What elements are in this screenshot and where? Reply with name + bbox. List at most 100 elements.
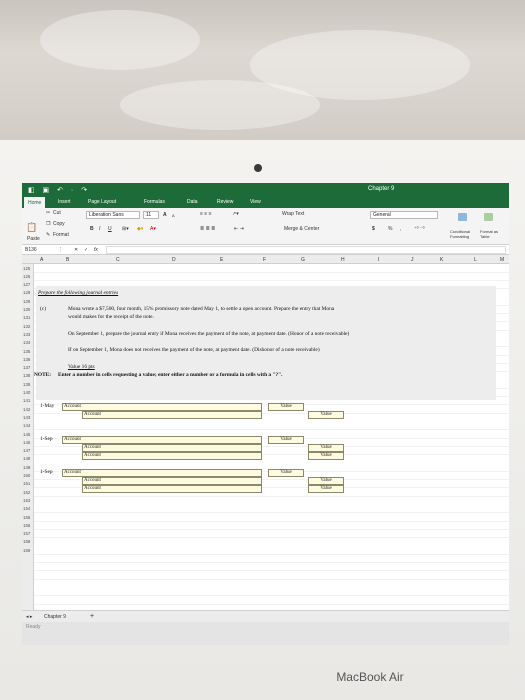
name-box-chevron-icon[interactable]: ⋮: [58, 247, 63, 253]
row-number[interactable]: 157: [23, 531, 30, 536]
enter-button[interactable]: ✓: [84, 247, 88, 253]
col-b[interactable]: B: [66, 257, 69, 263]
col-k[interactable]: K: [440, 257, 443, 263]
font-name-select[interactable]: Liberation Sans: [86, 211, 140, 219]
col-c[interactable]: C: [116, 257, 120, 263]
percent-button[interactable]: %: [388, 226, 392, 232]
tab-home[interactable]: Home: [24, 197, 46, 208]
bold-button[interactable]: B: [90, 226, 94, 232]
row-number[interactable]: 155: [23, 515, 30, 520]
col-m[interactable]: M: [500, 257, 504, 263]
row-number[interactable]: 142: [23, 407, 30, 412]
currency-button[interactable]: $: [372, 226, 375, 232]
underline-button[interactable]: U: [108, 226, 112, 232]
paste-button[interactable]: Paste: [27, 236, 40, 242]
row-number[interactable]: 138: [23, 373, 30, 378]
col-a[interactable]: A: [40, 257, 43, 263]
align-top-icons[interactable]: ≡ ≡ ≡: [200, 211, 212, 217]
italic-button[interactable]: I: [99, 226, 100, 232]
tab-page-layout[interactable]: Page Layout: [88, 199, 116, 205]
cancel-button[interactable]: ✕: [74, 247, 78, 253]
tab-review[interactable]: Review: [217, 199, 233, 205]
format-as-table-button[interactable]: Format as Table: [480, 229, 506, 239]
row-number[interactable]: 147: [23, 448, 30, 453]
sheet-nav-icons[interactable]: ◂ ▸: [26, 614, 32, 620]
entry-3-debit-value[interactable]: Value: [268, 469, 304, 477]
entry-2-credit-value-1[interactable]: Value: [308, 444, 344, 452]
row-number[interactable]: 151: [23, 481, 30, 486]
tab-formulas[interactable]: Formulas: [144, 199, 165, 205]
row-number[interactable]: 134: [23, 340, 30, 345]
row-number[interactable]: 136: [23, 357, 30, 362]
entry-3-credit-value-1[interactable]: Value: [308, 477, 344, 485]
copy-icon[interactable]: ❐: [46, 221, 50, 227]
row-number[interactable]: 133: [23, 332, 30, 337]
row-number[interactable]: 130: [23, 307, 30, 312]
row-number[interactable]: 137: [23, 365, 30, 370]
row-number[interactable]: 156: [23, 523, 30, 528]
row-number[interactable]: 154: [23, 506, 30, 511]
entry-2-debit-value[interactable]: Value: [268, 436, 304, 444]
borders-icon[interactable]: ⊞▾: [122, 226, 129, 232]
col-j[interactable]: J: [411, 257, 414, 263]
entry-1-credit-account[interactable]: Account: [82, 411, 262, 419]
sheet-tab-active[interactable]: Chapter 9: [44, 614, 66, 620]
row-number[interactable]: 135: [23, 349, 30, 354]
row-number[interactable]: 131: [23, 315, 30, 320]
row-number[interactable]: 152: [23, 490, 30, 495]
tab-insert[interactable]: Insert: [58, 199, 71, 205]
merge-center-button[interactable]: Merge & Center: [284, 226, 319, 232]
tab-view[interactable]: View: [250, 199, 261, 205]
row-number[interactable]: 129: [23, 299, 30, 304]
paste-icon[interactable]: 📋: [26, 222, 37, 233]
entry-2-credit-account-2[interactable]: Account: [82, 452, 262, 460]
col-e[interactable]: E: [220, 257, 223, 263]
row-number[interactable]: 143: [23, 415, 30, 420]
copy-button[interactable]: Copy: [53, 221, 65, 227]
add-sheet-button[interactable]: +: [90, 613, 94, 620]
format-as-table-icon[interactable]: [484, 213, 493, 221]
entry-3-credit-account-1[interactable]: Account: [82, 477, 262, 485]
wrap-text-button[interactable]: Wrap Text: [282, 211, 304, 217]
entry-1-credit-value[interactable]: Value: [308, 411, 344, 419]
conditional-formatting-button[interactable]: Conditional Formatting: [450, 229, 478, 239]
entry-2-credit-value-2[interactable]: Value: [308, 452, 344, 460]
quick-access-icons[interactable]: ◧ ▣ ↶ · ↷: [28, 186, 90, 194]
row-number[interactable]: 139: [23, 382, 30, 387]
col-d[interactable]: D: [172, 257, 176, 263]
row-number[interactable]: 148: [23, 456, 30, 461]
row-number[interactable]: 132: [23, 324, 30, 329]
cut-button[interactable]: Cut: [53, 210, 61, 216]
font-color-icon[interactable]: A▾: [150, 226, 156, 232]
row-number[interactable]: 150: [23, 473, 30, 478]
row-number[interactable]: 125: [23, 266, 30, 271]
fx-button[interactable]: fx: [94, 247, 98, 253]
indent-icons[interactable]: ⇤ ⇥: [234, 226, 244, 232]
row-number[interactable]: 141: [23, 398, 30, 403]
align-horizontal-icons[interactable]: ≣ ≣ ≣: [200, 226, 215, 232]
row-number[interactable]: 153: [23, 498, 30, 503]
entry-3-credit-value-2[interactable]: Value: [308, 485, 344, 493]
row-number[interactable]: 158: [23, 539, 30, 544]
comma-button[interactable]: ,: [400, 226, 401, 232]
row-number[interactable]: 128: [23, 290, 30, 295]
entry-3-debit-account[interactable]: Account: [62, 469, 262, 477]
cut-icon[interactable]: ✂: [46, 210, 50, 216]
col-i[interactable]: I: [378, 257, 379, 263]
entry-2-debit-account[interactable]: Account: [62, 436, 262, 444]
col-l[interactable]: L: [474, 257, 477, 263]
decimal-icons[interactable]: ⁺⁰ ⁻⁰: [414, 226, 425, 232]
name-box[interactable]: B136: [25, 247, 37, 253]
row-number[interactable]: 159: [23, 548, 30, 553]
col-g[interactable]: G: [301, 257, 305, 263]
tab-data[interactable]: Data: [187, 199, 198, 205]
row-number[interactable]: 145: [23, 432, 30, 437]
format-painter-icon[interactable]: ✎: [46, 232, 50, 238]
font-size-select[interactable]: 11: [143, 211, 159, 219]
fill-color-icon[interactable]: ◆▾: [137, 226, 143, 232]
row-number[interactable]: 140: [23, 390, 30, 395]
col-h[interactable]: H: [341, 257, 345, 263]
row-number[interactable]: 144: [23, 423, 30, 428]
entry-1-debit-account[interactable]: Account: [62, 403, 262, 411]
formula-input[interactable]: [106, 246, 506, 254]
